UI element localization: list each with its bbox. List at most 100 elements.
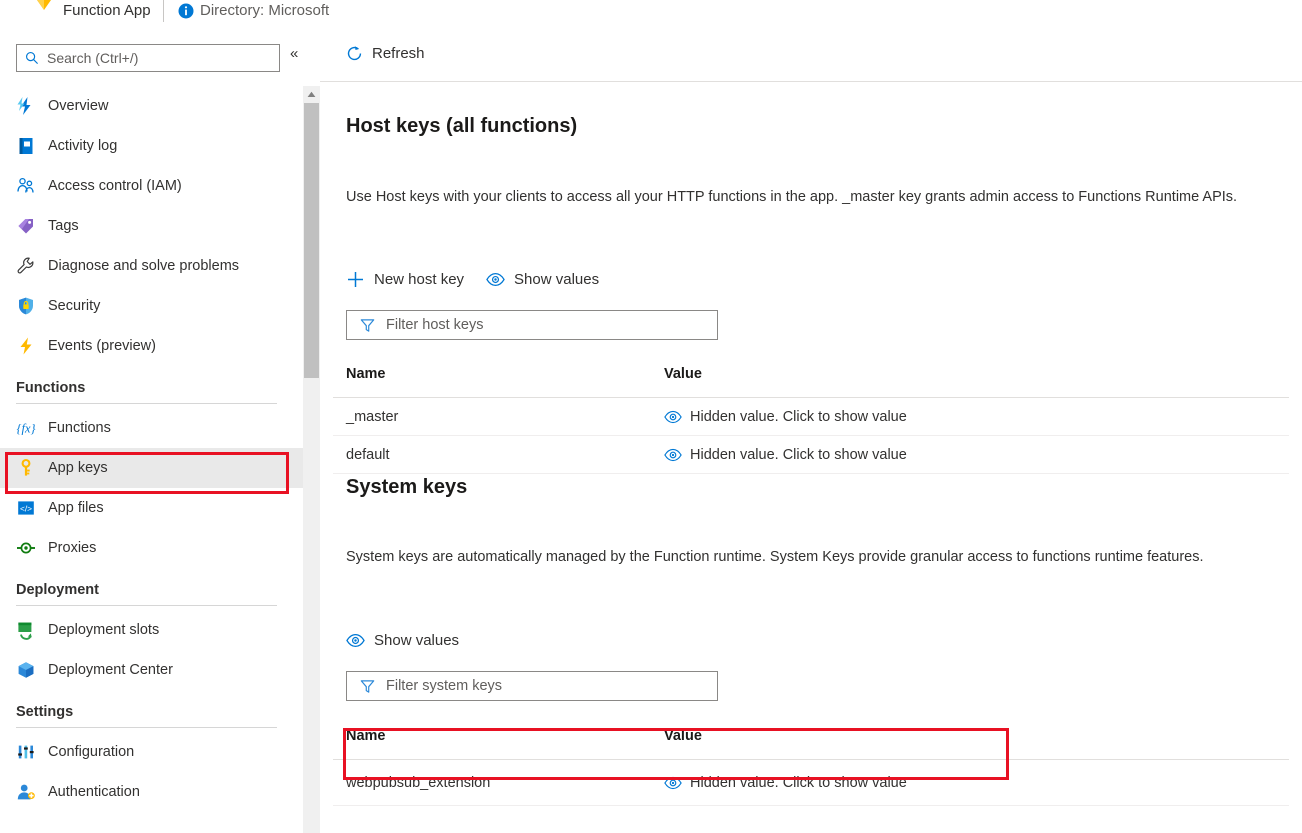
eye-icon	[664, 408, 682, 426]
column-header-name: Name	[333, 728, 664, 744]
system-keys-table: Name Value webpubsub_extension Hidden va…	[333, 728, 1273, 806]
sidebar-item-label: Proxies	[48, 540, 96, 556]
refresh-label: Refresh	[372, 45, 425, 62]
table-row-divider	[333, 805, 1289, 806]
sidebar-item-app-files[interactable]: </> App files	[0, 488, 303, 528]
content-scrollbar[interactable]	[303, 86, 320, 833]
function-app-icon	[32, 0, 54, 14]
sidebar-item-overview[interactable]: Overview	[0, 86, 303, 126]
table-row[interactable]: _master Hidden value. Click to show valu…	[333, 398, 1289, 435]
system-key-value-toggle[interactable]: Hidden value. Click to show value	[664, 774, 1289, 792]
funnel-icon	[360, 318, 375, 333]
key-icon	[16, 458, 36, 478]
host-keys-filter-wrap	[346, 310, 1286, 340]
host-key-value-text: Hidden value. Click to show value	[690, 409, 907, 425]
sidebar-item-configuration[interactable]: Configuration	[0, 732, 303, 772]
system-keys-title: System keys	[346, 476, 1286, 499]
eye-icon	[664, 446, 682, 464]
host-keys-filter-box[interactable]	[346, 310, 718, 340]
eye-icon	[486, 270, 505, 289]
system-keys-description-wrap: System keys are automatically managed by…	[346, 547, 1286, 568]
host-keys-table-header: Name Value	[333, 366, 1289, 397]
host-key-value-toggle[interactable]: Hidden value. Click to show value	[664, 408, 1289, 426]
svg-text:</>: </>	[20, 504, 32, 514]
host-keys-section: Host keys (all functions)	[346, 115, 1286, 138]
system-keys-filter-input[interactable]	[375, 678, 717, 694]
sidebar-item-authentication[interactable]: Authentication	[0, 772, 303, 812]
overview-icon	[16, 96, 36, 116]
host-keys-show-values-label: Show values	[514, 271, 599, 288]
events-bolt-icon	[16, 336, 36, 356]
sidebar-item-label: Authentication	[48, 784, 140, 800]
sidebar-item-functions[interactable]: {fx} Functions	[0, 408, 303, 448]
authentication-icon	[16, 782, 36, 802]
new-host-key-button[interactable]: New host key	[346, 270, 464, 289]
sidebar-group-title: Functions	[16, 380, 277, 396]
host-key-name: default	[333, 447, 664, 463]
sidebar-item-label: Access control (IAM)	[48, 178, 182, 194]
system-keys-section: System keys	[346, 476, 1286, 499]
sidebar-item-activity-log[interactable]: Activity log	[0, 126, 303, 166]
search-input[interactable]	[39, 50, 279, 66]
sidebar-nav: Overview Activity log Access control (IA…	[0, 86, 303, 812]
activity-log-icon	[16, 136, 36, 156]
page-title: Function App	[63, 2, 151, 19]
table-row[interactable]: default Hidden value. Click to show valu…	[333, 436, 1289, 473]
system-keys-show-values-button[interactable]: Show values	[346, 631, 459, 650]
plus-icon	[346, 270, 365, 289]
info-icon	[178, 3, 194, 19]
refresh-button[interactable]: Refresh	[346, 45, 425, 62]
system-keys-show-values-label: Show values	[374, 632, 459, 649]
sidebar-item-label: Security	[48, 298, 100, 314]
tags-icon	[16, 216, 36, 236]
eye-icon	[346, 631, 365, 650]
system-keys-actions: Show values	[346, 631, 1286, 650]
sidebar-item-diagnose-and-solve-problems[interactable]: Diagnose and solve problems	[0, 246, 303, 286]
scrollbar-thumb[interactable]	[304, 103, 319, 378]
sidebar-item-label: Events (preview)	[48, 338, 156, 354]
access-control-icon	[16, 176, 36, 196]
scroll-up-arrow[interactable]	[303, 86, 320, 103]
host-keys-description: Use Host keys with your clients to acces…	[346, 187, 1290, 208]
sidebar-item-events-preview[interactable]: Events (preview)	[0, 326, 303, 366]
collapse-sidebar-button[interactable]: «	[290, 46, 298, 61]
deployment-slots-icon	[16, 620, 36, 640]
azure-portal-function-app-keys-page: Function App Directory: Microsoft «	[0, 0, 1302, 833]
sidebar-item-deployment-slots[interactable]: Deployment slots	[0, 610, 303, 650]
refresh-icon	[346, 45, 363, 62]
sidebar-item-tags[interactable]: Tags	[0, 206, 303, 246]
search-container	[16, 44, 280, 72]
sidebar-item-label: Diagnose and solve problems	[48, 258, 239, 274]
proxies-icon	[16, 538, 36, 558]
directory-label: Directory: Microsoft	[200, 2, 329, 19]
table-row[interactable]: webpubsub_extension Hidden value. Click …	[333, 760, 1289, 805]
sidebar-item-security[interactable]: Security	[0, 286, 303, 326]
system-keys-filter-box[interactable]	[346, 671, 718, 701]
sidebar-group-deployment: Deployment	[0, 582, 303, 606]
search-box[interactable]	[16, 44, 280, 72]
host-keys-description-wrap: Use Host keys with your clients to acces…	[346, 187, 1286, 208]
configuration-icon	[16, 742, 36, 762]
shield-lock-icon	[16, 296, 36, 316]
sidebar-item-proxies[interactable]: Proxies	[0, 528, 303, 568]
sidebar-item-label: Overview	[48, 98, 108, 114]
host-key-value-toggle[interactable]: Hidden value. Click to show value	[664, 446, 1289, 464]
chevron-up-icon	[307, 91, 316, 98]
funnel-icon	[360, 679, 375, 694]
host-keys-show-values-button[interactable]: Show values	[486, 270, 599, 289]
sidebar-item-label: App keys	[48, 460, 108, 476]
sidebar-group-title: Settings	[16, 704, 277, 720]
header-divider	[163, 0, 164, 22]
command-bar-divider	[320, 81, 1302, 82]
sidebar-group-settings: Settings	[0, 704, 303, 728]
sidebar-item-label: Functions	[48, 420, 111, 436]
host-keys-filter-input[interactable]	[375, 317, 717, 333]
sidebar-item-label: Configuration	[48, 744, 134, 760]
command-bar: Refresh	[320, 30, 1302, 81]
sidebar-item-app-keys[interactable]: App keys	[0, 448, 303, 488]
host-keys-table: Name Value _master Hidden value. Click t…	[333, 366, 1273, 474]
search-icon	[25, 51, 39, 65]
sidebar-item-access-control[interactable]: Access control (IAM)	[0, 166, 303, 206]
system-keys-description: System keys are automatically managed by…	[346, 547, 1290, 568]
sidebar-item-deployment-center[interactable]: Deployment Center	[0, 650, 303, 690]
